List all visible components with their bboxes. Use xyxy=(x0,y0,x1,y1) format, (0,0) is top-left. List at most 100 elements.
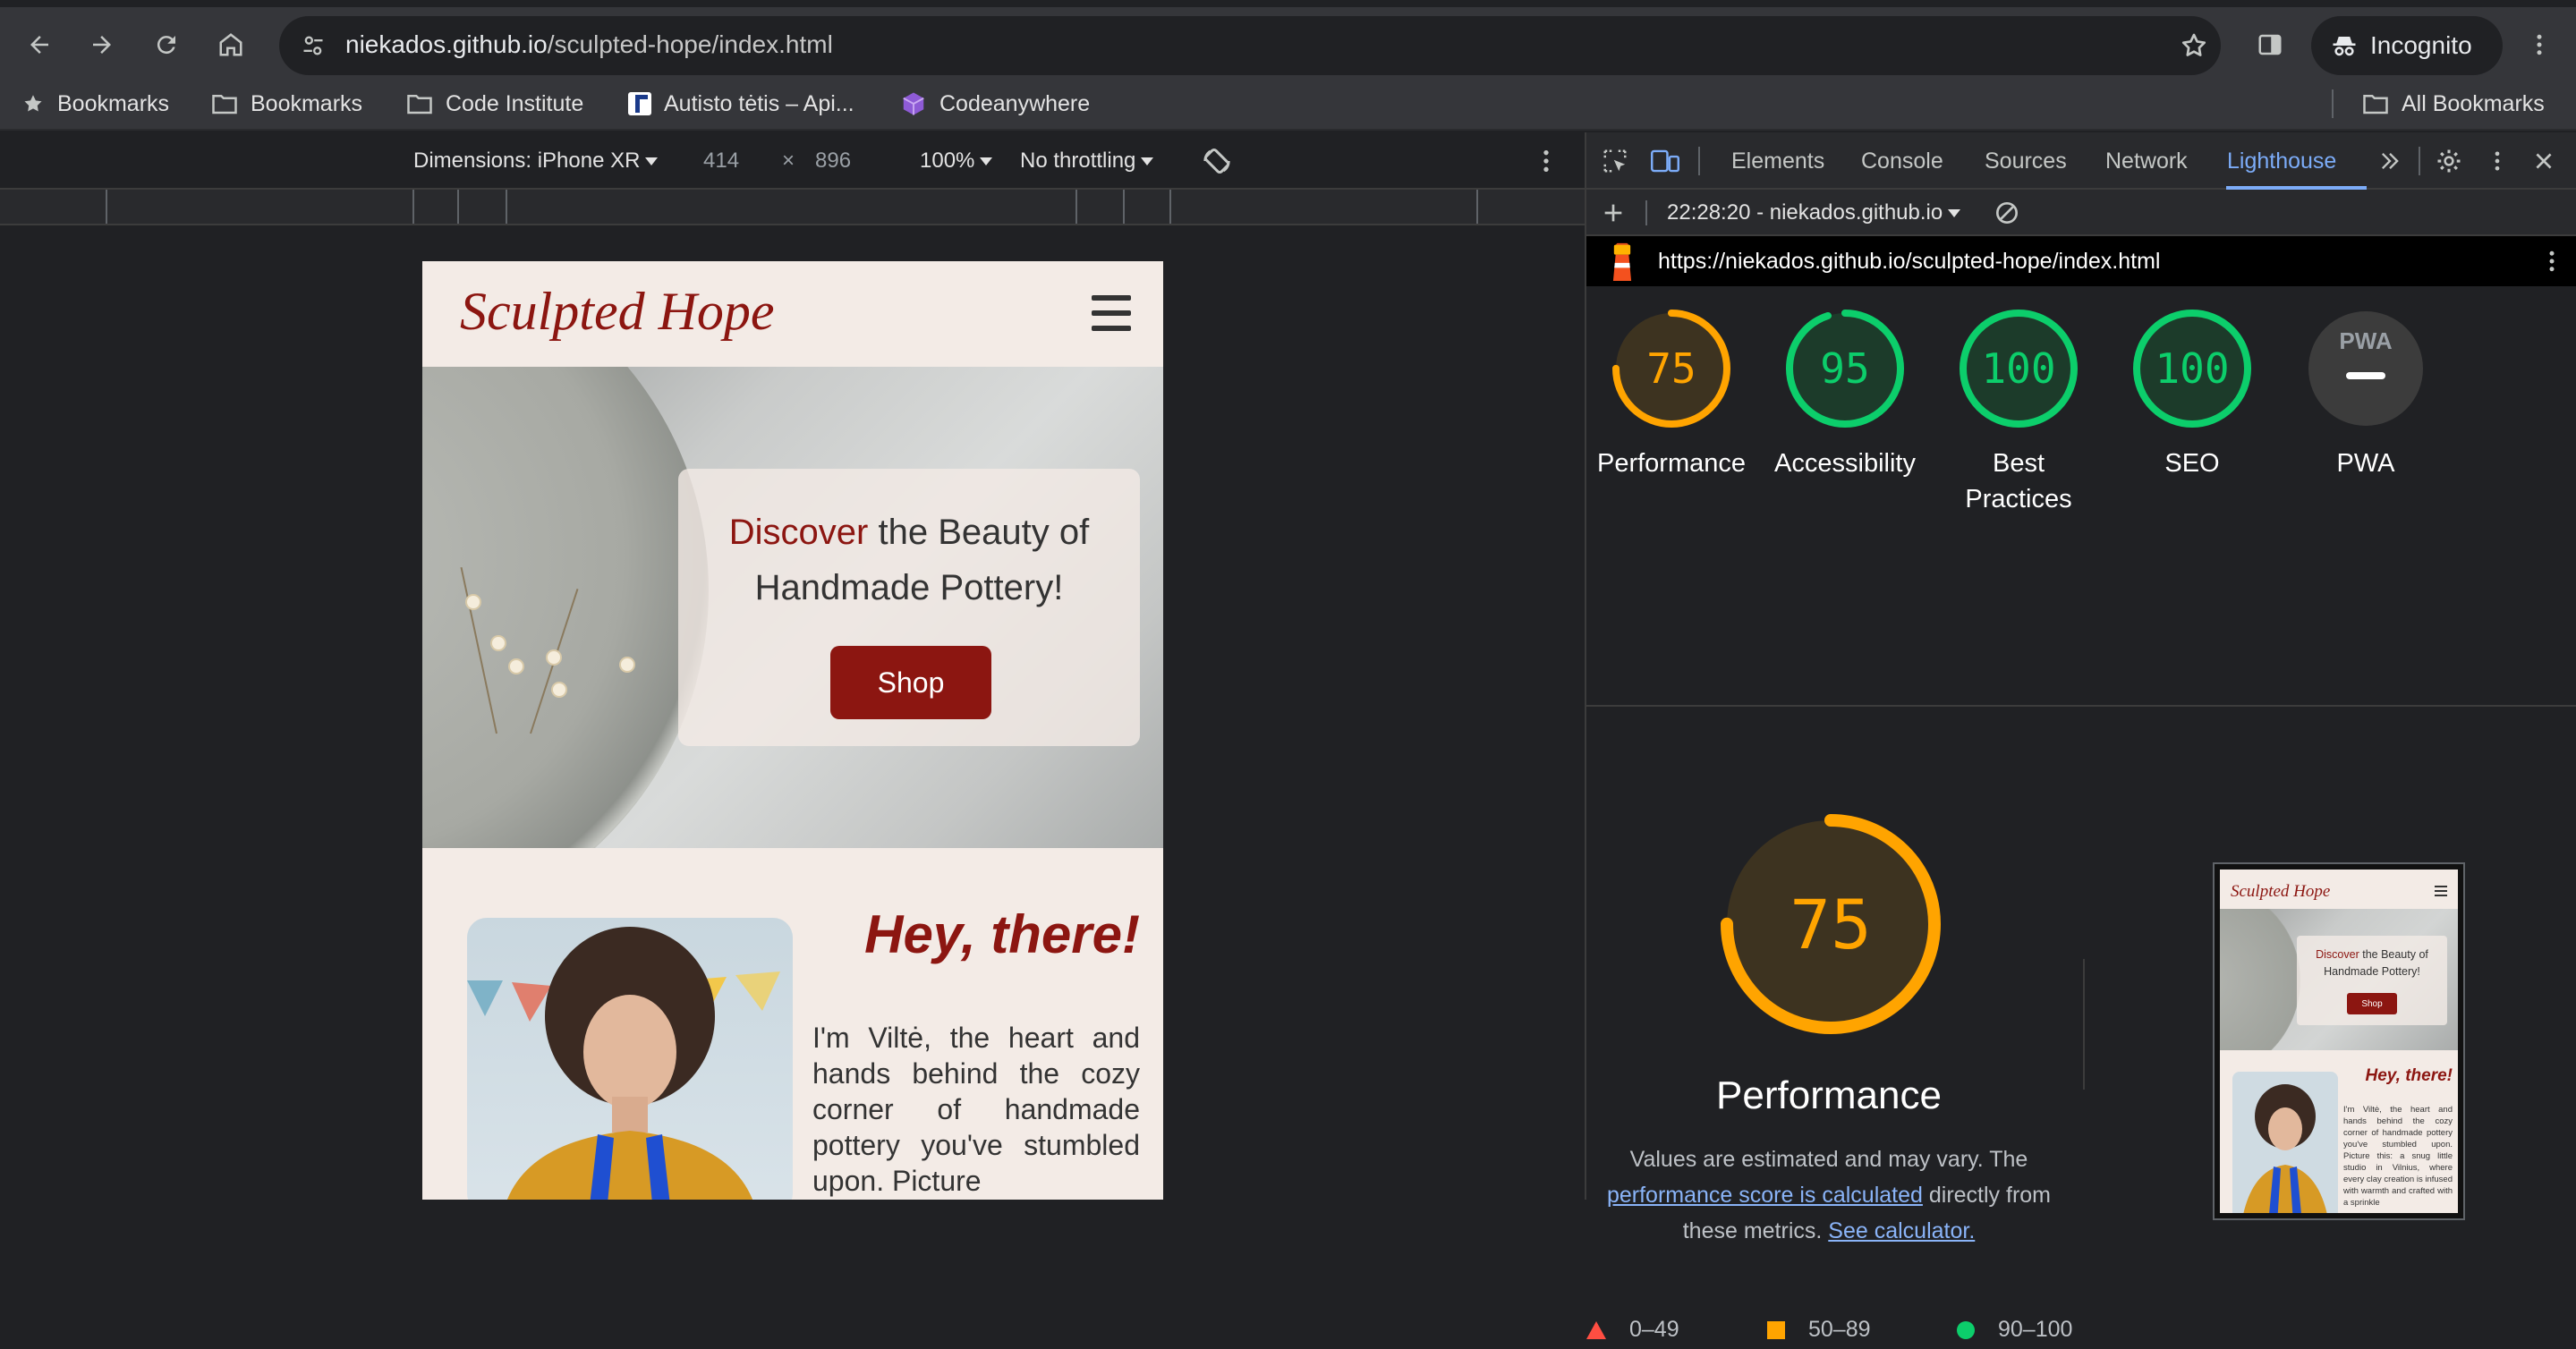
mobile-page[interactable]: Sculpted Hope Discover the Beauty of Han… xyxy=(422,261,1163,1200)
toolbar-divider xyxy=(1645,200,1647,225)
back-button[interactable] xyxy=(21,27,57,63)
rotate-button[interactable] xyxy=(1201,145,1233,177)
all-bookmarks-button[interactable]: All Bookmarks xyxy=(2362,88,2545,120)
media-query-ruler[interactable] xyxy=(0,190,1585,225)
tab-console[interactable]: Console xyxy=(1861,148,1943,174)
devtools-settings-button[interactable] xyxy=(2433,145,2465,177)
throttling-dropdown[interactable]: No throttling xyxy=(1020,148,1154,174)
tab-elements[interactable]: Elements xyxy=(1731,148,1824,174)
report-selector[interactable]: 22:28:20 - niekados.github.io xyxy=(1667,200,1961,225)
side-panel-button[interactable] xyxy=(2252,27,2288,63)
plus-icon xyxy=(1604,204,1622,222)
report-menu-button[interactable] xyxy=(2538,245,2565,277)
bookmark-label: Bookmarks xyxy=(57,90,170,116)
tab-lighthouse[interactable]: Lighthouse xyxy=(2227,148,2336,174)
hero-flower xyxy=(467,596,480,608)
arrow-right-icon xyxy=(93,36,111,54)
device-toolbar-more-button[interactable] xyxy=(1532,145,1560,177)
gauge-value: 100 xyxy=(2155,344,2230,393)
home-button[interactable] xyxy=(213,27,249,63)
zoom-label: 100% xyxy=(920,148,975,173)
bookmark-folder-bookmarks[interactable]: Bookmarks xyxy=(211,88,362,120)
final-screenshot-thumbnail[interactable]: Sculpted Hope Discover the Beauty of Han… xyxy=(2213,862,2465,1220)
gauge-seo[interactable]: 100 SEO xyxy=(2107,308,2277,481)
square-icon xyxy=(1767,1320,1785,1339)
clear-reports-button[interactable] xyxy=(1993,199,2021,227)
bookmark-codeanywhere[interactable]: Codeanywhere xyxy=(900,88,1090,120)
hero-flower xyxy=(548,651,560,664)
site-favicon xyxy=(628,92,651,115)
gauge-label: Accessibility xyxy=(1774,449,1916,478)
site-settings-icon[interactable] xyxy=(295,28,331,64)
device-width-input[interactable]: 414 xyxy=(703,148,739,174)
gauge-label: SEO xyxy=(2164,449,2220,478)
thumbnail-logo: Sculpted Hope xyxy=(2231,882,2331,901)
legend-average: 50–89 xyxy=(1767,1317,1871,1343)
hero-flower xyxy=(621,658,633,671)
tab-sources[interactable]: Sources xyxy=(1985,148,2067,174)
gauge-ring: 100 xyxy=(2131,308,2253,429)
forward-button[interactable] xyxy=(84,27,120,63)
new-report-button[interactable] xyxy=(1599,199,1628,227)
device-toolbar-toggle[interactable] xyxy=(1649,145,1681,177)
inspect-element-button[interactable] xyxy=(1599,145,1631,177)
close-icon xyxy=(2536,153,2552,169)
devtools-menu-button[interactable] xyxy=(2481,145,2513,177)
caret-down-icon xyxy=(645,157,659,166)
performance-detail-title: Performance xyxy=(1716,1073,1942,1117)
folder-icon xyxy=(2363,95,2388,115)
gauge-best-practices[interactable]: 100 Best Practices xyxy=(1934,308,2104,517)
tab-network[interactable]: Network xyxy=(2105,148,2188,174)
gauge-label: PWA xyxy=(2336,449,2395,478)
performance-score-link[interactable]: performance score is calculated xyxy=(1607,1183,1923,1208)
reload-icon xyxy=(157,36,175,55)
hamburger-menu-icon[interactable] xyxy=(1092,295,1131,331)
gauge-pwa[interactable]: PWA PWA xyxy=(2281,308,2451,481)
address-bar[interactable]: niekados.github.io/sculpted-hope/index.h… xyxy=(279,16,2221,75)
hero-section: Discover the Beauty of Handmade Pottery!… xyxy=(422,367,1163,848)
bookmark-label: Code Institute xyxy=(446,90,584,116)
bookmark-star-button[interactable] xyxy=(2176,28,2212,64)
device-dimensions-dropdown[interactable]: Dimensions: iPhone XR xyxy=(413,148,659,174)
bookmark-label: Autisto tėtis – Api... xyxy=(664,90,854,116)
bookmark-folder-code-institute[interactable]: Code Institute xyxy=(406,88,583,120)
lighthouse-logo-icon xyxy=(1604,242,1640,281)
legend-pass: 90–100 xyxy=(1957,1317,2072,1343)
all-bookmarks-label: All Bookmarks xyxy=(2402,90,2545,116)
tabbar-divider xyxy=(2419,147,2420,175)
star-icon xyxy=(24,95,42,112)
ruler-tick xyxy=(106,190,107,224)
hero-flower xyxy=(553,683,565,696)
gauge-value: 75 xyxy=(1646,344,1696,393)
bookmark-bookmarks-star[interactable]: Bookmarks xyxy=(21,88,169,120)
star-icon xyxy=(2181,33,2206,56)
performance-detail-gauge: 75 xyxy=(1719,812,1943,1036)
device-height-input[interactable]: 896 xyxy=(815,148,851,174)
gauge-label: Performance xyxy=(1596,449,1746,478)
more-tabs-button[interactable] xyxy=(2374,145,2406,177)
site-logo[interactable]: Sculpted Hope xyxy=(460,281,775,343)
gauge-performance[interactable]: 75 Performance xyxy=(1586,308,1756,481)
gauge-accessibility[interactable]: 95 Accessibility xyxy=(1760,308,1930,481)
bookmark-autisto-tetis[interactable]: Autisto tėtis – Api... xyxy=(628,88,854,120)
reload-button[interactable] xyxy=(149,27,184,63)
tabbar-divider xyxy=(1698,147,1700,175)
ruler-tick xyxy=(457,190,459,224)
section-divider xyxy=(1586,705,2576,707)
incognito-button[interactable]: Incognito xyxy=(2311,16,2503,75)
bookmarks-divider xyxy=(2332,89,2334,118)
score-legend: 0–49 50–89 90–100 xyxy=(1586,1313,2576,1349)
hero-card: Discover the Beauty of Handmade Pottery!… xyxy=(678,469,1140,746)
gauge-value: 95 xyxy=(1820,344,1870,393)
dimension-times-sign: × xyxy=(782,148,795,173)
legend-range: 50–89 xyxy=(1808,1317,1871,1342)
arrow-left-icon xyxy=(30,36,48,54)
block-icon xyxy=(1996,202,2018,224)
incognito-icon xyxy=(2333,37,2356,56)
zoom-dropdown[interactable]: 100% xyxy=(920,148,993,174)
browser-menu-button[interactable] xyxy=(2521,27,2557,63)
see-calculator-link[interactable]: See calculator. xyxy=(1828,1218,1975,1243)
devtools-close-button[interactable] xyxy=(2528,145,2560,177)
shop-button[interactable]: Shop xyxy=(830,646,991,719)
ruler-tick xyxy=(506,190,507,224)
